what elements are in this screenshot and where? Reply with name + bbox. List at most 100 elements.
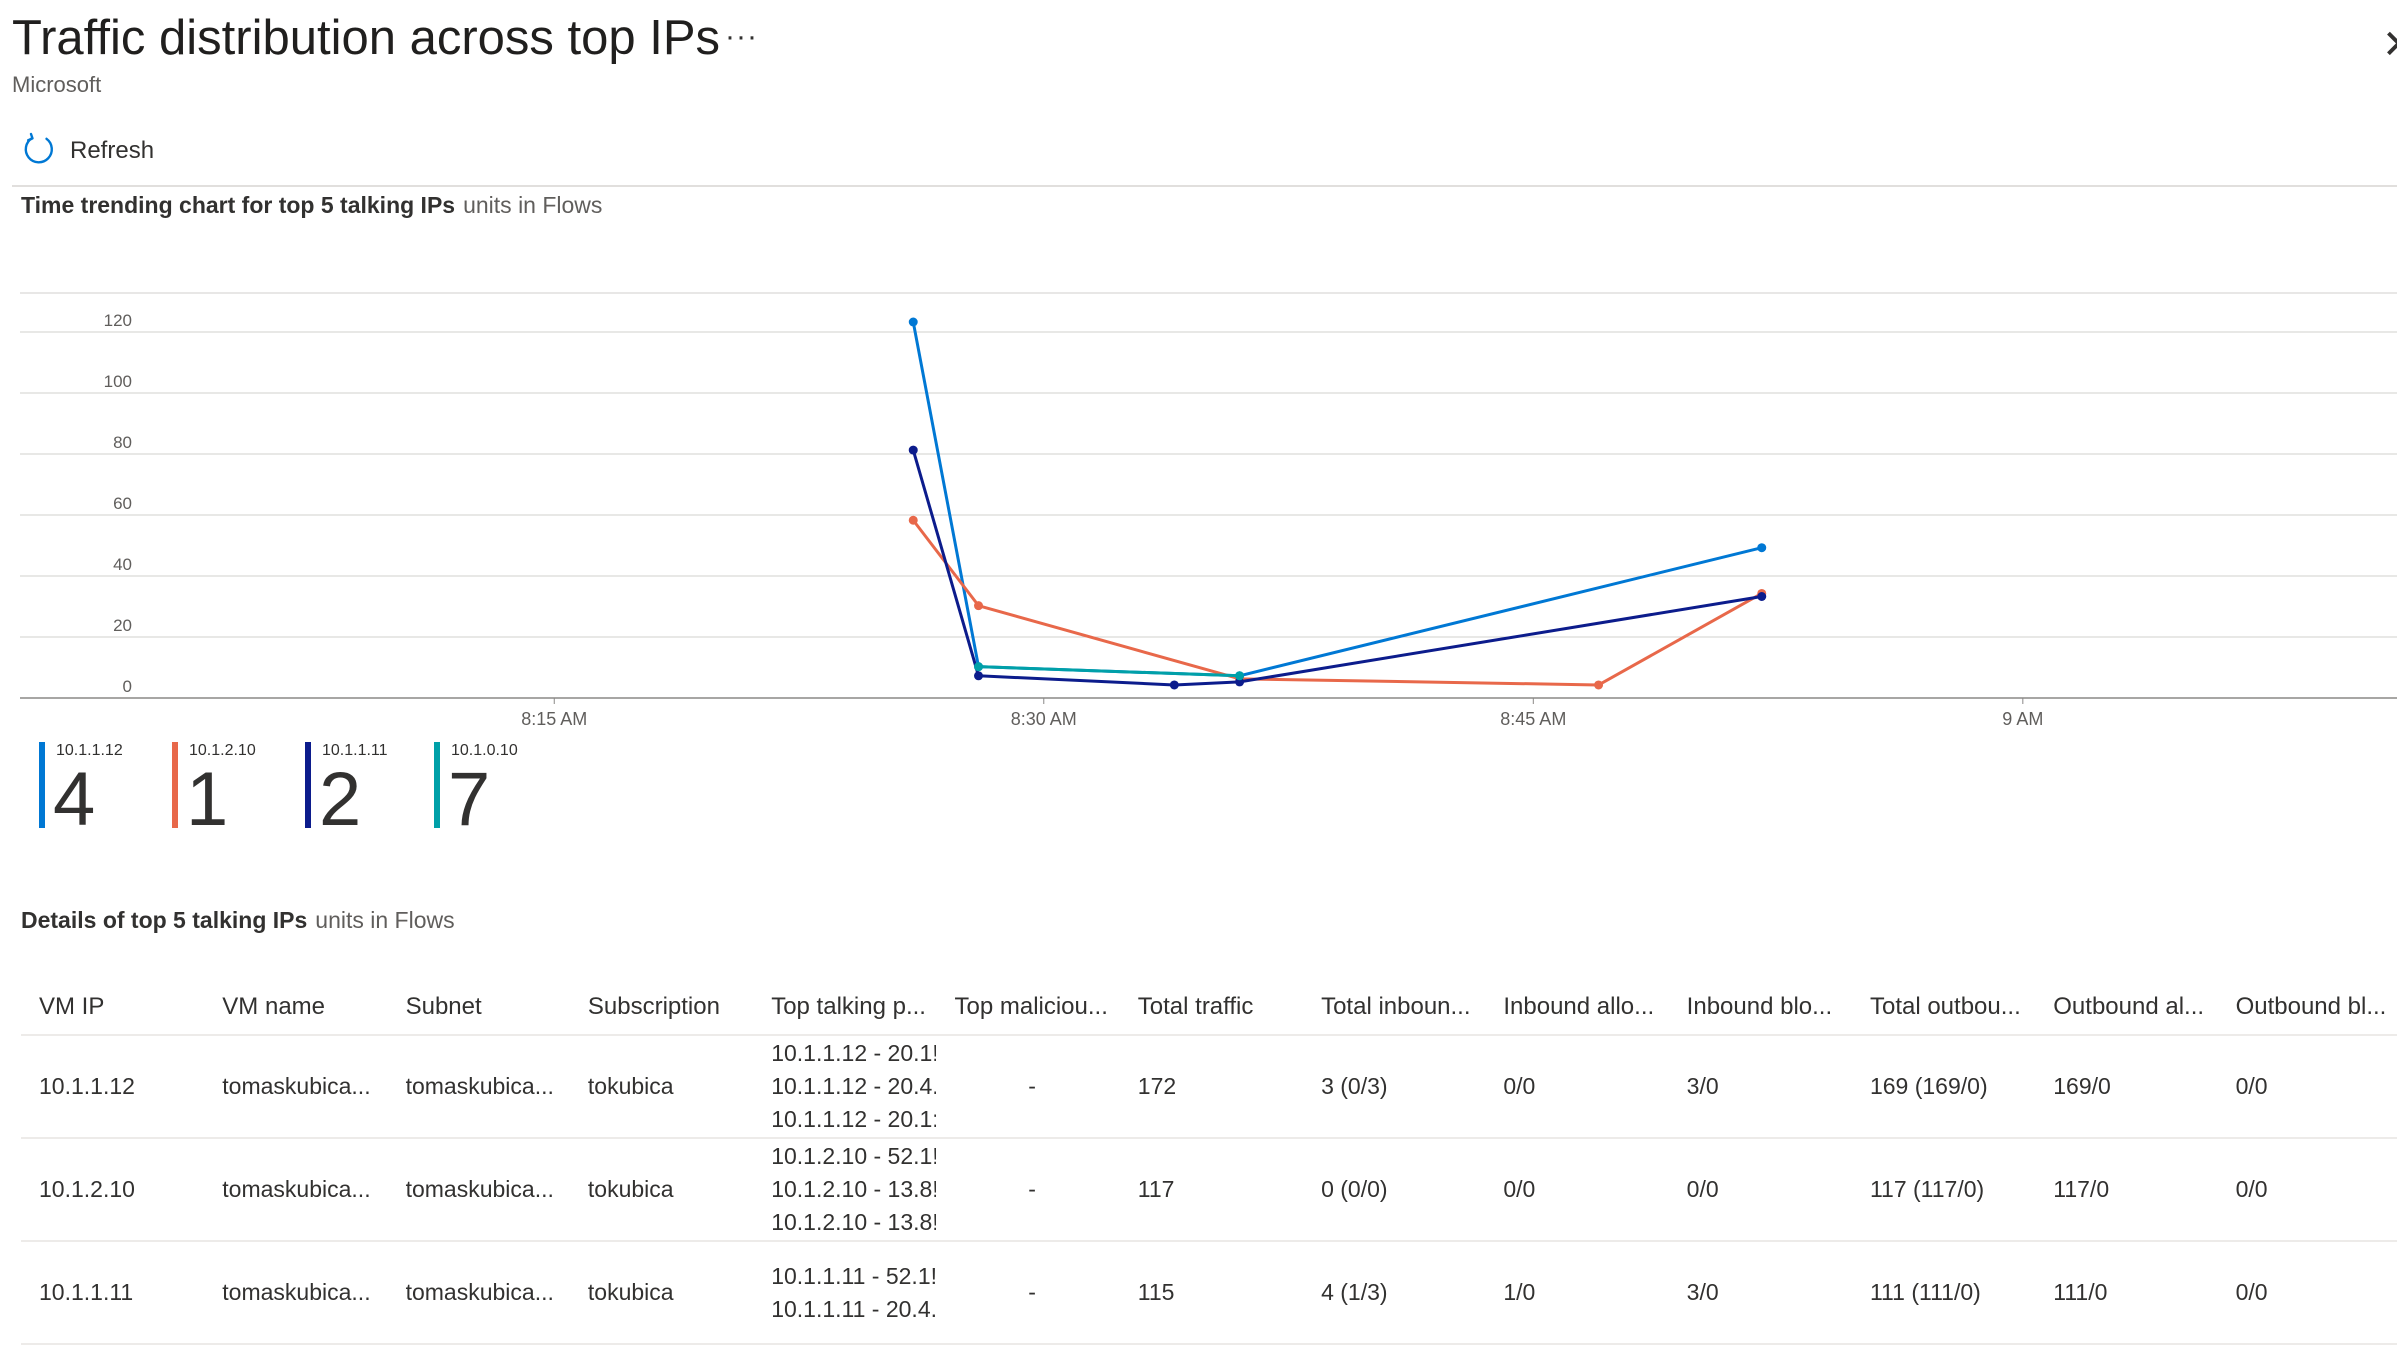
column-header[interactable]: Top maliciou... bbox=[936, 980, 1120, 1036]
cell-inbound: 4 (1/3) bbox=[1303, 1241, 1486, 1345]
legend-item-10.1.1.12[interactable]: 10.1.1.12 4 bbox=[39, 742, 149, 838]
column-header[interactable]: VM name bbox=[204, 980, 388, 1036]
chart-section-title: Time trending chart for top 5 talking IP… bbox=[21, 192, 602, 219]
cell-in-blocked: 0/0 bbox=[1668, 1138, 1852, 1242]
x-tick-label: 8:45 AM bbox=[1500, 709, 1566, 729]
column-header[interactable]: Subscription bbox=[569, 980, 754, 1036]
cell-total: 172 bbox=[1119, 1035, 1304, 1139]
series-10.1.1.12 bbox=[908, 317, 1767, 681]
refresh-icon bbox=[22, 132, 56, 171]
table-row[interactable]: 10.1.1.11 tomaskubica... tomaskubica... tok… bbox=[21, 1241, 2397, 1345]
page-title: Traffic distribution across top IPs bbox=[12, 11, 721, 65]
cell-in-blocked: 3/0 bbox=[1668, 1241, 1852, 1345]
data-point bbox=[1757, 543, 1767, 553]
series-line bbox=[912, 519, 1763, 687]
top-port-entry: 10.1.1.12 - 20.1! bbox=[771, 1040, 937, 1066]
cell-ports: 10.1.1.11 - 52.1! 10.1.1.11 - 20.4. bbox=[753, 1241, 937, 1345]
cell-malicious: - bbox=[936, 1138, 1120, 1242]
cell-vm-name: tomaskubica... bbox=[204, 1035, 388, 1139]
legend-color-bar bbox=[39, 742, 45, 828]
toolbar-divider bbox=[12, 185, 2397, 187]
y-tick-label: 80 bbox=[113, 433, 132, 452]
cell-ports: 10.1.2.10 - 52.1! 10.1.2.10 - 13.8! 10.1.2… bbox=[753, 1138, 937, 1242]
cell-subscription: tokubica bbox=[569, 1241, 754, 1345]
legend-color-bar bbox=[434, 742, 440, 828]
details-unit: units in Flows bbox=[315, 907, 455, 933]
data-point bbox=[1757, 592, 1767, 601]
cell-outbound: 111 (111/0) bbox=[1851, 1241, 2036, 1345]
column-header[interactable]: Inbound blo... bbox=[1668, 980, 1852, 1036]
traffic-line-chart: 0 20 40 60 80 100 120 8:15 AM 8:30 AM 8:45 AM 9 A… bbox=[20, 292, 2397, 729]
cell-subnet: tomaskubica... bbox=[387, 1138, 570, 1242]
y-axis: 0 20 40 60 80 100 120 bbox=[104, 311, 132, 696]
column-header[interactable]: VM IP bbox=[21, 980, 205, 1036]
cell-vm-ip: 10.1.2.10 bbox=[21, 1138, 205, 1242]
column-header[interactable]: Total inboun... bbox=[1303, 980, 1486, 1036]
top-port-entry: 10.1.1.11 - 20.4. bbox=[771, 1295, 937, 1322]
chart-series bbox=[908, 317, 1767, 690]
column-header[interactable]: Top talking p... bbox=[753, 980, 937, 1036]
column-header[interactable]: Total traffic bbox=[1119, 980, 1304, 1036]
y-tick-label: 60 bbox=[113, 494, 132, 513]
series-line bbox=[911, 449, 1762, 687]
more-options-icon[interactable]: ··· bbox=[725, 20, 758, 54]
data-point bbox=[974, 662, 984, 672]
column-header[interactable]: Outbound bl... bbox=[2217, 980, 2397, 1036]
cell-vm-name: tomaskubica... bbox=[204, 1138, 388, 1242]
cell-inbound: 0 (0/0) bbox=[1303, 1138, 1486, 1242]
top-port-entry: 10.1.1.12 - 20.4. bbox=[771, 1073, 937, 1099]
data-point bbox=[1235, 671, 1245, 681]
cell-inbound: 3 (0/3) bbox=[1303, 1035, 1486, 1139]
data-point bbox=[908, 445, 918, 455]
table-body: 10.1.1.12 tomaskubica... tomaskubica... tok… bbox=[21, 1035, 2397, 1345]
cell-out-blocked: 0/0 bbox=[2217, 1138, 2397, 1242]
legend-item-10.1.0.10[interactable]: 10.1.0.10 7 bbox=[434, 742, 544, 838]
cell-out-blocked: 0/0 bbox=[2217, 1241, 2397, 1345]
x-tick-label: 8:30 AM bbox=[1011, 709, 1077, 729]
details-section-title: Details of top 5 talking IPs units in Flo… bbox=[21, 907, 455, 934]
y-tick-label: 40 bbox=[113, 555, 132, 574]
legend-item-10.1.2.10[interactable]: 10.1.2.10 1 bbox=[172, 742, 282, 838]
series-10.1.2.10 bbox=[908, 515, 1767, 690]
details-title: Details of top 5 talking IPs bbox=[21, 907, 308, 933]
cell-out-blocked: 0/0 bbox=[2217, 1035, 2397, 1139]
top-port-entry: 10.1.1.12 - 20.1: bbox=[771, 1106, 937, 1132]
cell-in-blocked: 3/0 bbox=[1668, 1035, 1852, 1139]
data-point bbox=[974, 671, 984, 681]
column-header[interactable]: Subnet bbox=[387, 980, 570, 1036]
legend-item-10.1.1.11[interactable]: 10.1.1.11 2 bbox=[305, 742, 415, 838]
table-header-row: VM IP VM name Subnet Subscription Top talkin… bbox=[21, 980, 2397, 1036]
legend-count: 2 bbox=[319, 757, 362, 842]
top-port-entry: 10.1.2.10 - 13.8! bbox=[771, 1176, 937, 1202]
cell-out-allowed: 111/0 bbox=[2035, 1241, 2218, 1345]
cell-subscription: tokubica bbox=[569, 1035, 754, 1139]
column-header[interactable]: Inbound allo... bbox=[1485, 980, 1669, 1036]
data-point bbox=[908, 317, 918, 327]
cell-out-allowed: 117/0 bbox=[2035, 1138, 2218, 1242]
table-row[interactable]: 10.1.1.12 tomaskubica... tomaskubica... tok… bbox=[21, 1035, 2397, 1139]
chart-title: Time trending chart for top 5 talking IP… bbox=[21, 192, 456, 218]
cell-vm-name: tomaskubica... bbox=[204, 1241, 388, 1345]
column-header[interactable]: Outbound al... bbox=[2035, 980, 2218, 1036]
cell-malicious: - bbox=[936, 1035, 1120, 1139]
cell-in-allowed: 0/0 bbox=[1485, 1035, 1669, 1139]
cell-vm-ip: 10.1.1.12 bbox=[21, 1035, 205, 1139]
data-point bbox=[1594, 680, 1604, 690]
close-icon[interactable]: ✕ bbox=[2382, 22, 2397, 68]
chart-gridlines bbox=[20, 292, 2397, 699]
refresh-button[interactable]: Refresh bbox=[22, 131, 154, 171]
cell-subnet: tomaskubica... bbox=[387, 1241, 570, 1345]
cell-in-allowed: 0/0 bbox=[1485, 1138, 1669, 1242]
cell-outbound: 117 (117/0) bbox=[1851, 1138, 2036, 1242]
table-row[interactable]: 10.1.2.10 tomaskubica... tomaskubica... tok… bbox=[21, 1138, 2397, 1242]
data-point bbox=[1169, 680, 1179, 690]
cell-total: 117 bbox=[1119, 1138, 1304, 1242]
data-point bbox=[974, 601, 984, 611]
cell-subscription: tokubica bbox=[569, 1138, 754, 1242]
chart-unit: units in Flows bbox=[463, 192, 603, 218]
column-header[interactable]: Total outbou... bbox=[1851, 980, 2036, 1036]
page-subtitle: Microsoft bbox=[12, 72, 102, 97]
cell-total: 115 bbox=[1119, 1241, 1304, 1345]
top-port-entry: 10.1.2.10 - 13.8! bbox=[771, 1209, 937, 1235]
cell-out-allowed: 169/0 bbox=[2035, 1035, 2218, 1139]
